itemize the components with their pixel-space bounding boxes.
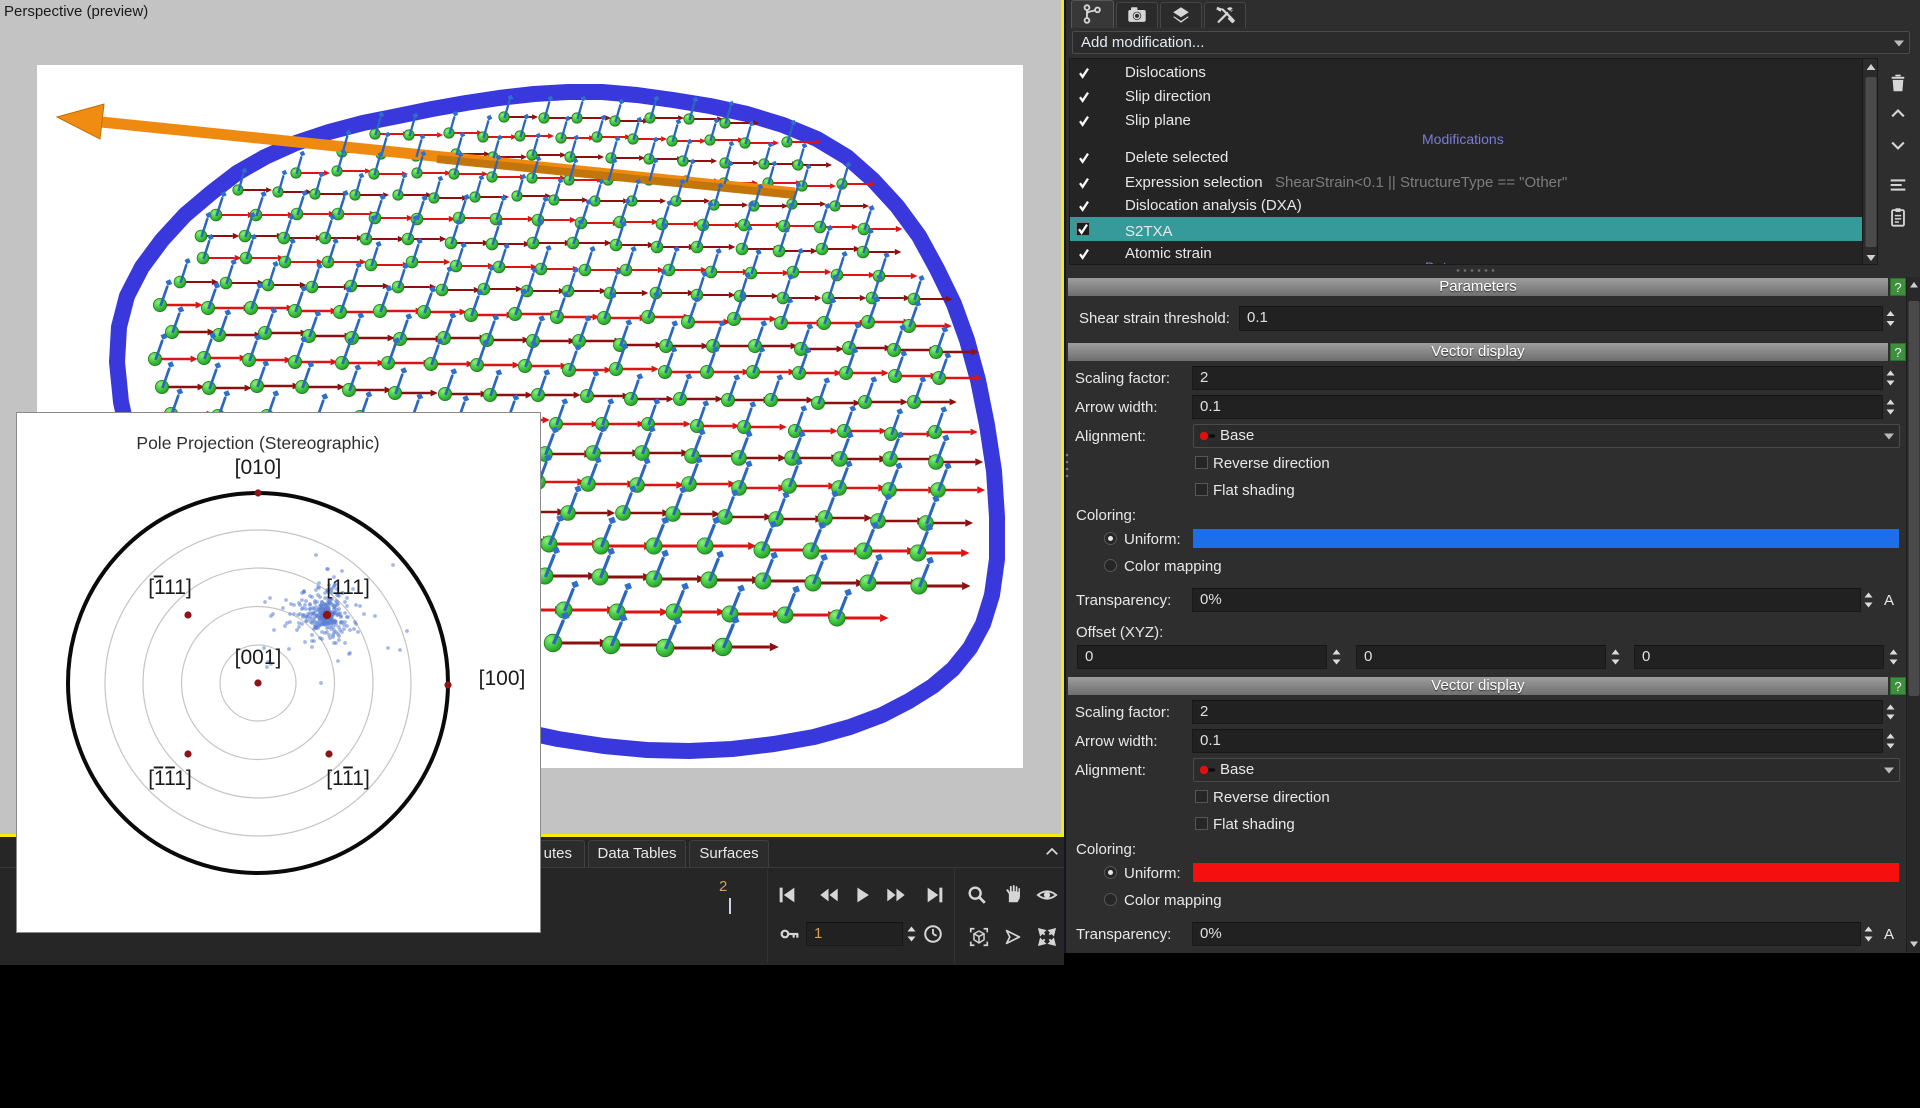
svg-text:Pole Projection (Stereographic: Pole Projection (Stereographic) (136, 433, 379, 453)
svg-text:[111]: [111] (326, 576, 370, 599)
svg-text:[010]: [010] (235, 456, 282, 479)
svg-text:[111]: [111] (148, 767, 192, 790)
svg-text:[100]: [100] (479, 667, 526, 690)
svg-text:[001]: [001] (235, 646, 282, 669)
svg-text:[111]: [111] (326, 767, 370, 790)
svg-text:[111]: [111] (148, 576, 192, 599)
